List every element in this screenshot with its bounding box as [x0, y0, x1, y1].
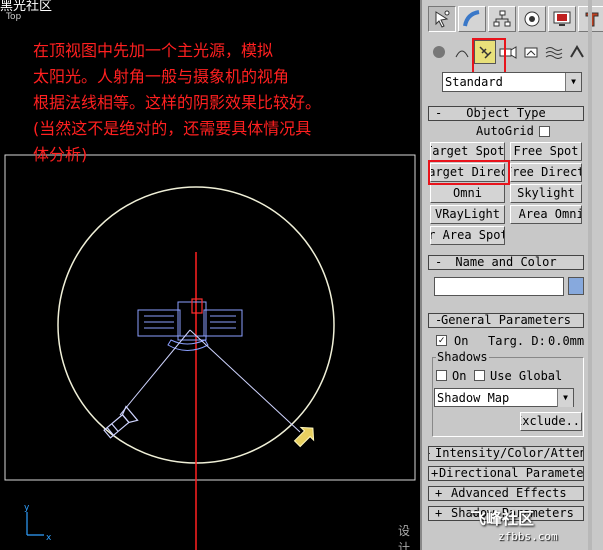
vraylight-button[interactable]: VRayLight [430, 205, 505, 224]
advanced-effects-header[interactable]: + Advanced Effects [428, 486, 584, 501]
rollout-title: Name and Color [455, 255, 557, 269]
target-distance-value: 0.0mm [548, 334, 585, 348]
svg-text:x: x [46, 533, 52, 543]
note-line: 体分析) [33, 145, 88, 164]
shadow-type-dropdown[interactable]: Shadow Map ▼ [434, 388, 574, 407]
axis-gizmo [26, 512, 44, 536]
create-tab[interactable] [428, 6, 456, 32]
viewport-label[interactable]: Top [6, 12, 21, 22]
autogrid-label: AutoGrid [476, 124, 534, 138]
note-line: 太阳光。人射角一般与摄象机的视角 [33, 67, 290, 86]
expand-sign: + [435, 506, 443, 520]
object-name-field[interactable] [434, 277, 564, 296]
chevron-down-icon[interactable]: ▼ [557, 389, 573, 407]
command-panel-tabs [428, 6, 603, 32]
category-row [428, 40, 588, 64]
target-distance-label: Targ. D: [488, 334, 546, 348]
watermark-logo: 飞峰社区 [470, 509, 535, 528]
mr-area-spot-button[interactable]: mr Area Spot [430, 226, 505, 245]
autogrid-checkbox[interactable] [539, 126, 550, 137]
rollout-title: Object Type [466, 106, 546, 120]
light-target-marker [191, 298, 203, 314]
advanced-effects-rollout: + Advanced Effects [428, 486, 584, 501]
rollout-title: Intensity/Color/Attenuation [435, 446, 583, 460]
light-object-icon [293, 426, 315, 448]
geometry-icon [433, 46, 445, 58]
light-on-label: On [454, 334, 469, 348]
intensity-header[interactable]: + Intensity/Color/Attenuation [428, 446, 584, 461]
motion-icon [524, 11, 540, 27]
skylight-button[interactable]: Skylight [510, 184, 582, 203]
helpers-category[interactable] [520, 40, 542, 64]
general-parameters-header[interactable]: - General Parameters [428, 313, 584, 328]
object-type-dropdown[interactable]: Standard ▼ [442, 72, 582, 92]
top-viewport[interactable]: y x 黑光社区 Top 在顶视图中先加一个主光源，模拟 太阳光。人射角一般与摄… [0, 0, 422, 550]
utilities-icon [585, 12, 599, 27]
shadows-group-label: Shadows [436, 350, 489, 364]
general-parameters-rollout: - General Parameters ✓ On Targ. D: 0.0mm … [428, 313, 584, 441]
rollout-title: General Parameters [440, 313, 572, 327]
shadows-on-label: On [452, 369, 467, 383]
hierarchy-icon [493, 10, 511, 27]
object-type-header[interactable]: - Object Type [428, 106, 584, 121]
expand-sign: + [431, 466, 439, 480]
directional-parameters-header[interactable]: + Directional Parameters [428, 466, 584, 481]
modify-tab[interactable] [458, 6, 486, 32]
svg-text:y: y [24, 503, 30, 513]
target-direct-highlight-box [428, 160, 510, 185]
watermark-url: zfbbs.com [498, 530, 558, 543]
note-line: 在顶视图中先加一个主光源，模拟 [33, 41, 274, 60]
dropdown-value: Standard [445, 75, 503, 89]
name-color-rollout: - Name and Color [428, 255, 584, 300]
rollout-title: Directional Parameters [439, 466, 584, 480]
exclude-button[interactable]: Exclude... [520, 412, 582, 431]
modify-icon [463, 10, 480, 27]
intensity-rollout: + Intensity/Color/Attenuation [428, 446, 584, 461]
space-warps-icon [545, 47, 563, 59]
use-global-label: Use Global [490, 369, 563, 383]
command-panel: Standard ▼ - Object Type AutoGrid Target … [424, 0, 603, 550]
motion-tab[interactable] [518, 6, 546, 32]
display-icon [553, 11, 571, 26]
omni-button[interactable]: Omni [430, 184, 505, 203]
display-tab[interactable] [548, 6, 576, 32]
light-on-checkbox[interactable]: ✓ [436, 335, 447, 346]
hierarchy-tab[interactable] [488, 6, 516, 32]
panel-scrollbar[interactable] [588, 0, 592, 550]
space-warps-category[interactable] [543, 40, 565, 64]
free-direct-button[interactable]: Free Direct [510, 163, 582, 182]
render-frame [4, 154, 416, 481]
create-icon [435, 10, 450, 28]
geometry-category[interactable] [428, 40, 450, 64]
shapes-icon [455, 50, 469, 58]
shadows-on-checkbox[interactable] [436, 370, 447, 381]
object-color-swatch[interactable] [568, 277, 584, 295]
name-color-header[interactable]: - Name and Color [428, 255, 584, 270]
lights-highlight-box [472, 38, 506, 74]
camera-object [103, 405, 139, 439]
chevron-down-icon[interactable]: ▼ [565, 73, 581, 91]
helpers-icon [524, 47, 538, 58]
shapes-category[interactable] [451, 40, 473, 64]
systems-icon [570, 45, 584, 58]
tutorial-note: 在顶视图中先加一个主光源，模拟 太阳光。人射角一般与摄象机的视角 根据法线相等。… [33, 38, 418, 168]
note-line: (当然这不是绝对的，还需要具体情况具 [33, 119, 312, 138]
expand-sign: + [435, 486, 443, 500]
mr-area-omni-button[interactable]: mr Area Omni [510, 205, 582, 224]
target-spot-button[interactable]: Target Spot [430, 142, 505, 161]
watermark-italic: 设计 [398, 524, 411, 550]
scene-object-house [137, 301, 243, 341]
dropdown-value: Shadow Map [437, 391, 510, 405]
note-line: 根据法线相等。这样的阴影效果比较好。 [33, 93, 322, 112]
systems-category[interactable] [566, 40, 588, 64]
use-global-checkbox[interactable] [474, 370, 485, 381]
free-spot-button[interactable]: Free Spot [510, 142, 582, 161]
rollout-title: Advanced Effects [451, 486, 567, 500]
directional-parameters-rollout: + Directional Parameters [428, 466, 584, 481]
